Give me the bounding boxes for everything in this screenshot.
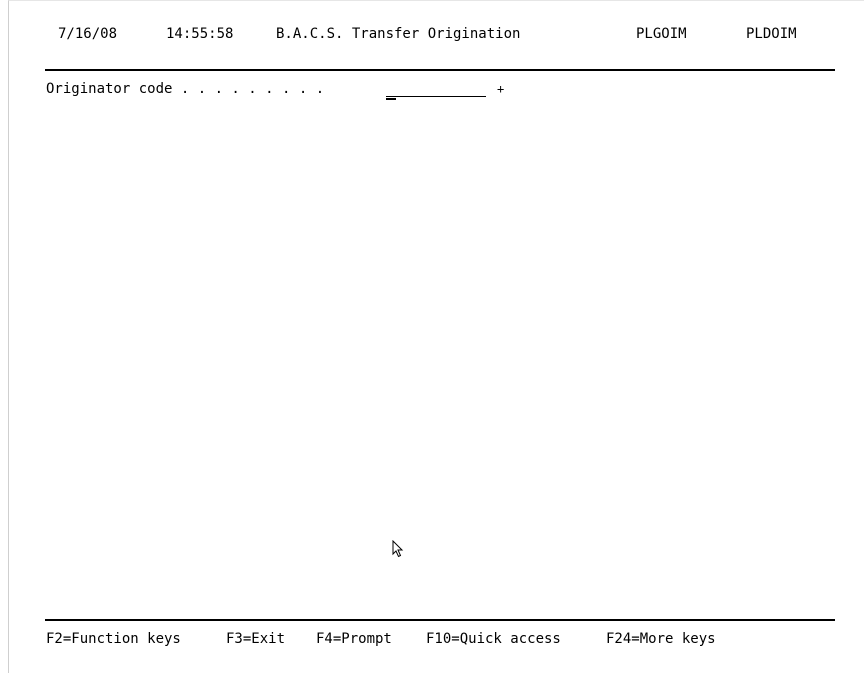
program-name: PLGOIM [636, 26, 687, 42]
footer-divider [45, 619, 835, 621]
mouse-pointer-icon [392, 539, 404, 562]
screen-title: B.A.C.S. Transfer Origination [276, 26, 521, 42]
f2-function-keys[interactable]: F2=Function keys [46, 631, 181, 647]
originator-code-label: Originator code . . . . . . . . . [46, 81, 325, 97]
f3-exit[interactable]: F3=Exit [226, 631, 285, 647]
header-divider [45, 69, 835, 71]
terminal-screen [8, 0, 864, 673]
f4-prompt[interactable]: F4=Prompt [316, 631, 392, 647]
f10-quick-access[interactable]: F10=Quick access [426, 631, 561, 647]
text-cursor [386, 98, 396, 100]
display-file-name: PLDOIM [746, 26, 797, 42]
originator-code-input[interactable] [386, 82, 486, 97]
header-date: 7/16/08 [58, 26, 118, 42]
f24-more-keys[interactable]: F24=More keys [606, 631, 716, 647]
prompt-indicator[interactable]: + [497, 82, 504, 96]
header-time: 14:55:58 [166, 26, 234, 42]
